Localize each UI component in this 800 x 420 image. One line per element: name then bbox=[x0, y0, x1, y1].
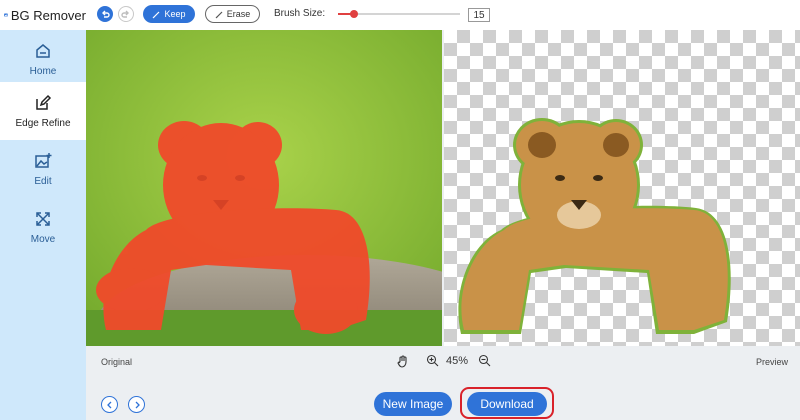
bottom-bar: New Image Download bbox=[86, 376, 800, 420]
app-brand: BG Remover bbox=[0, 0, 86, 30]
toolbar: Keep Erase Brush Size: 15 bbox=[86, 0, 800, 30]
original-image-pane[interactable] bbox=[86, 30, 442, 346]
original-image bbox=[86, 30, 442, 346]
sidebar-item-move[interactable]: Move bbox=[0, 198, 86, 256]
edit-square-icon bbox=[36, 94, 52, 110]
erase-label: Erase bbox=[226, 9, 251, 19]
original-label: Original bbox=[101, 357, 133, 367]
canvas-area bbox=[86, 30, 800, 346]
zoom-level: 45% bbox=[446, 355, 469, 367]
zoom-out-icon[interactable] bbox=[478, 354, 491, 367]
new-image-button[interactable]: New Image bbox=[374, 392, 452, 416]
preview-label: Preview bbox=[755, 357, 788, 367]
preview-image bbox=[458, 118, 731, 334]
next-button[interactable] bbox=[128, 396, 145, 413]
sidebar-item-edit[interactable]: Edit bbox=[0, 140, 86, 198]
hand-pan-icon[interactable] bbox=[396, 354, 410, 368]
previous-button[interactable] bbox=[101, 396, 118, 413]
sidebar-item-label: Edge Refine bbox=[15, 117, 71, 129]
brush-size-label: Brush Size: bbox=[274, 8, 326, 19]
chevron-right-icon bbox=[135, 401, 140, 408]
erase-button[interactable]: Erase bbox=[205, 5, 260, 23]
sidebar-item-label: Move bbox=[30, 233, 56, 245]
slider-thumb[interactable] bbox=[349, 10, 358, 18]
image-edit-icon bbox=[35, 152, 52, 168]
home-icon bbox=[36, 43, 50, 58]
sidebar-item-label: Home bbox=[29, 65, 57, 77]
brush-size-slider[interactable] bbox=[338, 10, 460, 18]
move-arrows-icon bbox=[36, 211, 50, 226]
brush-keep-icon bbox=[153, 11, 160, 18]
undo-icon bbox=[102, 10, 110, 18]
sidebar-item-label: Edit bbox=[34, 175, 52, 187]
brush-erase-icon bbox=[215, 11, 223, 18]
keep-label: Keep bbox=[164, 9, 186, 19]
app-logo-icon bbox=[4, 13, 8, 17]
app-title: BG Remover bbox=[10, 7, 86, 23]
redo-button[interactable] bbox=[118, 6, 134, 22]
chevron-left-icon bbox=[106, 401, 111, 408]
redo-icon bbox=[121, 10, 129, 18]
undo-button[interactable] bbox=[97, 6, 113, 22]
keep-button[interactable]: Keep bbox=[143, 5, 195, 23]
brush-size-value[interactable]: 15 bbox=[468, 8, 490, 22]
status-bar: Original 45% Preview bbox=[86, 346, 800, 376]
zoom-in-icon[interactable] bbox=[426, 354, 439, 367]
sidebar: BG Remover Home Edge Refine Edit Move bbox=[0, 0, 86, 420]
sidebar-item-home[interactable]: Home bbox=[0, 30, 86, 88]
preview-image-pane[interactable] bbox=[444, 30, 800, 346]
download-button[interactable]: Download bbox=[467, 392, 547, 416]
sidebar-item-edge-refine[interactable]: Edge Refine bbox=[0, 82, 86, 140]
